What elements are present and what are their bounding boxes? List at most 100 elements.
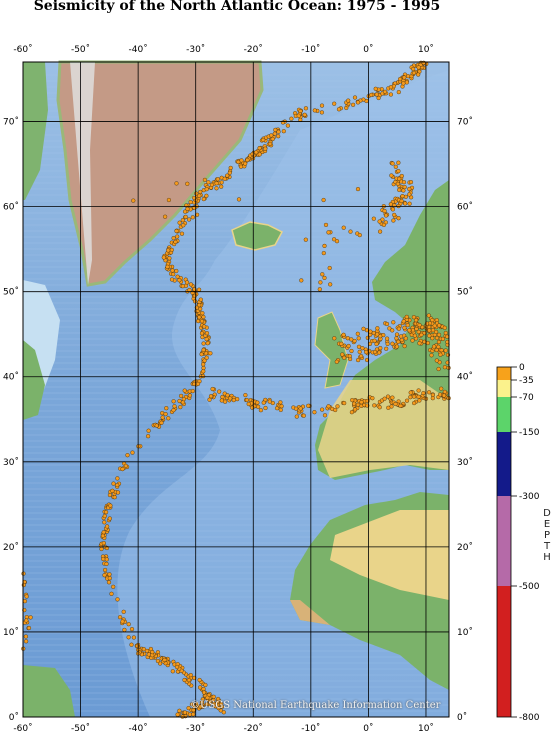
- quake-marker: [166, 416, 171, 421]
- quake-marker: [131, 198, 136, 203]
- quake-marker: [408, 180, 414, 185]
- quake-marker: [342, 355, 347, 360]
- quake-marker: [396, 160, 401, 165]
- quake-marker: [103, 509, 109, 515]
- quake-marker: [411, 315, 416, 320]
- legend-title-letter: D: [543, 508, 551, 519]
- quake-marker: [359, 354, 364, 359]
- quake-marker: [210, 386, 215, 392]
- lon-label-top: -50˚: [71, 44, 90, 55]
- quake-marker: [163, 412, 168, 417]
- quake-marker: [102, 567, 108, 573]
- latitude-labels-left: 0˚ 10˚ 20˚ 30˚ 40˚ 50˚ 60˚ 70˚: [3, 117, 19, 723]
- quake-marker: [125, 453, 130, 458]
- lat-label-left: 10˚: [3, 627, 19, 638]
- quake-marker: [199, 319, 205, 324]
- lat-label-right: 10˚: [457, 627, 473, 638]
- quake-marker: [445, 334, 450, 339]
- quake-marker: [28, 615, 33, 620]
- quake-marker: [416, 72, 421, 77]
- quake-marker: [159, 420, 164, 425]
- quake-marker: [236, 197, 242, 202]
- quake-marker: [239, 158, 244, 163]
- legend-swatch: [497, 432, 511, 496]
- quake-marker: [412, 401, 417, 406]
- quake-marker: [182, 388, 187, 393]
- lat-label-right: 30˚: [457, 457, 473, 468]
- lon-label-top: -40˚: [129, 44, 148, 55]
- quake-marker: [402, 344, 407, 349]
- quake-marker: [185, 206, 190, 211]
- quake-marker: [208, 394, 214, 399]
- quake-marker: [219, 184, 224, 189]
- lon-label-bottom: -40˚: [129, 723, 148, 734]
- quake-marker: [372, 338, 377, 343]
- quake-marker: [26, 625, 32, 631]
- quake-marker: [192, 293, 197, 298]
- quake-marker: [281, 129, 286, 134]
- quake-marker: [390, 395, 395, 400]
- quake-marker: [335, 404, 340, 409]
- quake-marker: [303, 106, 308, 111]
- quake-marker: [178, 405, 183, 410]
- lat-label-right: 40˚: [457, 372, 473, 383]
- quake-marker: [276, 134, 281, 139]
- quake-marker: [346, 98, 351, 103]
- quake-marker: [166, 197, 171, 203]
- quake-marker: [197, 193, 202, 198]
- quake-marker: [244, 397, 249, 403]
- lat-label-left: 70˚: [3, 117, 19, 128]
- quake-marker: [382, 208, 387, 214]
- quake-marker: [404, 314, 409, 319]
- quake-marker: [243, 393, 248, 398]
- quake-marker: [206, 180, 211, 185]
- quake-marker: [401, 188, 406, 193]
- quake-marker: [205, 341, 210, 346]
- quake-marker: [319, 110, 324, 115]
- quake-marker: [302, 112, 307, 117]
- quake-marker: [268, 141, 273, 146]
- quake-marker: [341, 225, 346, 230]
- quake-marker: [390, 161, 395, 166]
- quake-marker: [175, 234, 180, 239]
- quake-marker: [201, 341, 206, 346]
- quake-marker: [146, 428, 151, 433]
- quake-marker: [220, 394, 225, 400]
- quake-marker: [407, 201, 412, 206]
- quake-marker: [182, 677, 187, 683]
- lon-label-bottom: 0˚: [363, 723, 373, 734]
- quake-marker: [442, 325, 447, 330]
- lon-label-top: -60˚: [13, 44, 32, 55]
- quake-marker: [214, 181, 219, 186]
- quake-marker: [131, 635, 136, 640]
- quake-marker: [400, 194, 405, 199]
- quake-marker: [255, 400, 260, 405]
- quake-marker: [169, 247, 174, 252]
- quake-marker: [238, 164, 244, 169]
- quake-marker: [402, 325, 407, 330]
- quake-marker: [389, 173, 394, 178]
- quake-marker: [394, 332, 400, 337]
- quake-marker: [393, 164, 398, 169]
- quake-marker: [223, 399, 228, 404]
- lat-label-right: 60˚: [457, 202, 473, 213]
- quake-marker: [327, 265, 332, 271]
- quake-marker: [396, 326, 401, 331]
- quake-marker: [107, 576, 112, 581]
- quake-marker: [181, 223, 186, 228]
- quake-marker: [399, 337, 404, 343]
- quake-marker: [161, 255, 166, 260]
- quake-marker: [24, 639, 29, 644]
- quake-marker: [432, 344, 437, 349]
- quake-marker: [115, 476, 120, 481]
- lon-label-top: -10˚: [301, 44, 320, 55]
- quake-marker: [108, 503, 113, 508]
- quake-marker: [336, 107, 342, 112]
- quake-marker: [385, 394, 391, 399]
- quake-marker: [123, 463, 128, 468]
- quake-marker: [193, 299, 198, 304]
- quake-marker: [375, 326, 380, 331]
- depth-legend: 0 -35 -70 -150 -300 -500 -800: [496, 363, 540, 723]
- quake-marker: [174, 181, 179, 186]
- quake-marker: [171, 272, 176, 277]
